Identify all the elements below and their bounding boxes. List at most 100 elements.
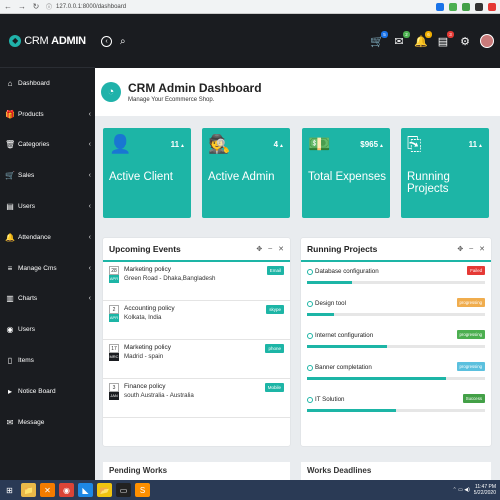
avatar[interactable] (480, 34, 494, 48)
event-tag[interactable]: Email (266, 266, 284, 275)
event-location: Madrid - spain (124, 353, 164, 360)
forward-icon[interactable]: → (18, 2, 26, 11)
project-item[interactable]: Banner completation progressing (301, 358, 491, 390)
sidebar-item-categories[interactable]: 🗑 Categories ‹ (0, 130, 95, 161)
project-item[interactable]: Database configuration Failed (301, 262, 491, 294)
bar-chart-icon: ▥ (6, 294, 14, 304)
tray-icons[interactable]: ⌃ ▭ ◀) (453, 487, 470, 493)
clock[interactable]: 11:47 PM 5/22/2020 (474, 484, 496, 496)
list-item[interactable]: 28 APR Marketing policy Green Road - Dhaka,… (103, 262, 290, 301)
circle-icon (307, 396, 313, 403)
bell-icon[interactable]: 🔔 6 (414, 30, 432, 48)
sidebar-item-message[interactable]: ✉ Message (0, 407, 95, 438)
dashboard-icon: ◔ (101, 82, 121, 102)
sidebar-item-notice-board[interactable]: ▸ Notice Board (0, 376, 95, 407)
sidebar-item-label: Manage Cms (18, 264, 57, 272)
sidebar-item-label: Categories (18, 141, 50, 149)
folder-icon[interactable]: 📂 (97, 483, 112, 497)
sidebar-item-label: Users (18, 203, 35, 211)
date-day: 2 (109, 305, 119, 314)
list-item[interactable]: 3 JAN Finance policy south Australia - Aust… (103, 379, 290, 418)
event-tag[interactable]: Mobile (264, 383, 284, 392)
start-icon[interactable]: ⊞ (2, 483, 17, 497)
extension-icon[interactable] (462, 2, 470, 11)
terminal-icon[interactable]: ▭ (116, 483, 131, 497)
extension-icon[interactable] (475, 2, 483, 11)
browser-extensions (436, 2, 496, 11)
date-month: JAN (109, 392, 119, 400)
reload-icon[interactable]: ↻ (32, 2, 40, 11)
event-text: Finance policy south Australia - Australi… (124, 383, 194, 399)
event-text: Marketing policy Green Road - Dhaka,Bangl… (124, 266, 216, 282)
event-tag[interactable]: phone (265, 344, 284, 353)
gear-icon[interactable]: ⚙ (458, 35, 472, 48)
sidebar-item-manage-cms[interactable]: ≡ Manage Cms ‹ (0, 253, 95, 284)
progress-fill (307, 281, 352, 284)
minimize-icon[interactable]: – (268, 245, 272, 253)
sidebar-item-attendance[interactable]: 🔔 Attendance ‹ (0, 222, 95, 253)
chevron-left-icon: ‹ (88, 110, 91, 118)
sublime-icon[interactable]: S (135, 483, 150, 497)
date-badge: 17 MRC (109, 344, 119, 361)
status-badge: Failed (467, 266, 485, 275)
search-icon[interactable]: ⌕ (120, 36, 126, 47)
stat-card-active-client[interactable]: 👤 11▲ Active Client (103, 128, 191, 218)
minimize-icon[interactable]: – (469, 245, 473, 253)
page-header: ◔ CRM Admin Dashboard Manage Your Ecomme… (95, 68, 500, 116)
list-item[interactable]: 17 MRC Marketing policy Madrid - spain phone (103, 340, 290, 379)
stat-value: 11▲ (469, 140, 483, 149)
event-text: Marketing policy Madrid - spain (124, 344, 171, 360)
arrow-up-icon: ▲ (180, 143, 185, 149)
sidebar-item-label: Products (18, 110, 44, 118)
panel-title: Upcoming Events (109, 244, 181, 254)
sidebar-item-products[interactable]: 🎁 Products ‹ (0, 99, 95, 130)
sidebar-item-label: Message (18, 418, 45, 426)
extension-icon[interactable] (449, 2, 457, 11)
document-icon: ▯ (7, 356, 13, 366)
collapse-sidebar-icon[interactable]: ‹ (101, 35, 112, 47)
date-badge: 3 JAN (109, 383, 119, 400)
sidebar-item-users[interactable]: ◉ Users (0, 314, 95, 345)
stat-number: 4 (273, 140, 279, 149)
stat-number: $965 (360, 140, 379, 149)
clipboard-icon[interactable]: ▤ 3 (436, 30, 454, 48)
sidebar-item-sales[interactable]: 🛒 Sales ‹ (0, 160, 95, 191)
sidebar-item-charts[interactable]: ▥ Charts ‹ (0, 284, 95, 315)
move-icon[interactable]: ✥ (256, 245, 262, 253)
sidebar-item-users[interactable]: ▤ Users ‹ (0, 191, 95, 222)
vscode-icon[interactable]: ◣ (78, 483, 93, 497)
close-icon[interactable]: ✕ (479, 245, 485, 253)
chat-icon[interactable]: ✉ 2 (392, 30, 410, 48)
progress-bar (307, 313, 485, 316)
extension-icon[interactable] (436, 2, 444, 11)
circle-icon (307, 332, 313, 339)
event-tag[interactable]: skype (266, 305, 284, 314)
sidebar-item-label: Attendance (18, 233, 51, 241)
move-icon[interactable]: ✥ (457, 245, 463, 253)
address-bar[interactable]: ⓘ 127.0.0.1:8000/dashboard (46, 2, 430, 12)
explorer-icon[interactable]: 📁 (21, 483, 36, 497)
back-icon[interactable]: ← (4, 2, 12, 11)
stat-value: 11▲ (171, 140, 185, 149)
project-item[interactable]: Design tool progressing (301, 294, 491, 326)
stat-card-active-admin[interactable]: 🕵 4▲ Active Admin (202, 128, 290, 218)
sidebar-item-label: Users (18, 326, 35, 334)
extension-icon[interactable] (488, 2, 496, 11)
panel-title: Pending Works (109, 466, 168, 475)
clock-date: 5/22/2020 (473, 490, 496, 496)
project-item[interactable]: Internet configuration progressing (301, 326, 491, 358)
stat-card-running-projects[interactable]: ⎘ 11▲ Running Projects (401, 128, 489, 218)
sidebar-item-dashboard[interactable]: ⌂ Dashboard (0, 68, 95, 99)
chrome-icon[interactable]: ◉ (59, 483, 74, 497)
cart-icon[interactable]: 🛒 5 (370, 30, 388, 48)
project-item[interactable]: IT Solution Success (301, 390, 491, 422)
close-icon[interactable]: ✕ (278, 245, 284, 253)
xampp-icon[interactable]: ✕ (40, 483, 55, 497)
brand-logo[interactable]: ◆ CRM ADMIN (0, 14, 95, 68)
sidebar-item-items[interactable]: ▯ Items (0, 345, 95, 376)
project-label: Database configuration (315, 268, 379, 275)
stat-card-total-expenses[interactable]: 💵 $965▲ Total Expenses (302, 128, 390, 218)
list-item[interactable]: 2 APR Accounting policy Kolkata, India skype (103, 301, 290, 340)
spy-icon: 🕵 (208, 134, 231, 154)
date-day: 17 (109, 344, 119, 353)
